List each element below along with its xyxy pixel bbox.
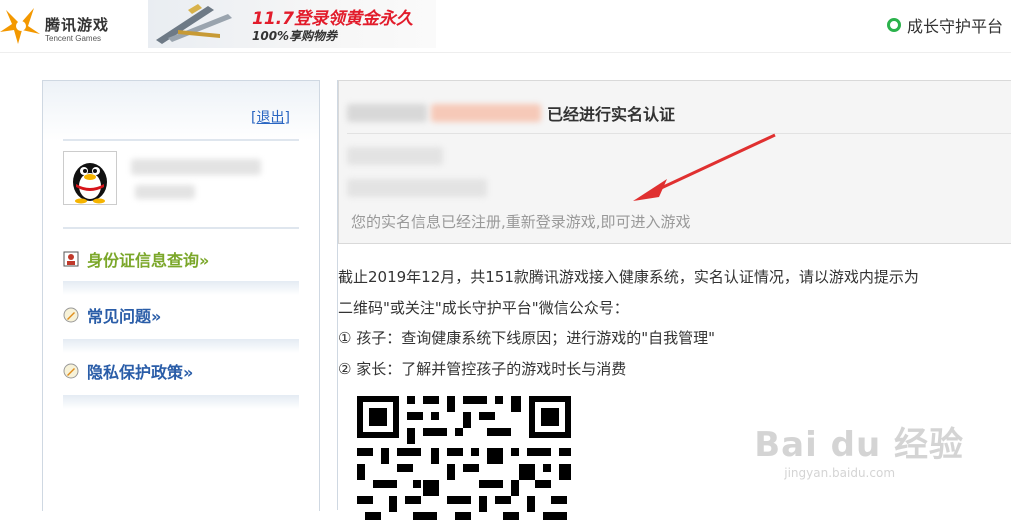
promo-banner[interactable]: 11.7登录领黄金永久 100%享购物券 [148,0,436,48]
sidebar-divider [63,395,299,409]
logo-subtitle: Tencent Games [45,34,102,43]
sidebar-item-privacy[interactable]: 隐私保护政策» [63,349,299,393]
id-card-icon [63,251,79,267]
info-line: ② 家长：了解并管控孩子的游戏时长与消费 [338,360,627,378]
guardian-label: 成长守护平台 [906,17,1003,36]
watermark-sub: jingyan.baidu.com [784,466,896,480]
redacted-username [131,159,261,175]
redacted-detail [347,179,487,197]
redacted-id [431,104,541,122]
red-arrow-annotation [633,133,776,201]
redacted-name [347,104,427,122]
notice-header: 已经进行实名认证 [347,101,675,125]
avatar [63,151,117,205]
account-sidebar: [退出] 身份证信息查询» 常见问题» 隐私保护政策» [42,80,320,511]
info-line: 截止2019年12月，共151款腾讯游戏接入健康系统，实名认证情况，请以游戏内提… [338,268,919,286]
redacted-account-id [135,185,195,199]
main-content: 已经进行实名认证 您的实名信息已经注册,重新登录游戏,即可进入游戏 截止2019… [337,80,1011,522]
pencil-icon [63,363,79,379]
sidebar-divider [63,227,299,229]
logout-link[interactable]: [退出] [251,107,290,127]
top-header: 腾讯游戏 Tencent Games 11.7登录领黄金永久 100%享购物券 … [0,0,1011,53]
sidebar-item-faq[interactable]: 常见问题» [63,293,299,337]
info-line: 二维码"或关注"成长守护平台"微信公众号： [338,299,629,317]
pencil-icon [63,307,79,323]
banner-subline: 100%享购物券 [252,29,338,43]
notice-title: 已经进行实名认证 [547,105,676,124]
sidebar-item-id-query[interactable]: 身份证信息查询» [63,237,299,281]
baidu-jingyan-watermark: Bai du 经验 jingyan.baidu.com [754,417,964,480]
verification-notice: 已经进行实名认证 您的实名信息已经注册,重新登录游戏,即可进入游戏 [338,80,1011,244]
guardian-ring-icon [886,18,901,32]
sidebar-item-label: 隐私保护政策» [87,363,194,382]
qq-penguin-icon [73,163,107,204]
banner-headline: 11.7登录领黄金永久 [252,9,413,29]
weapon-art-image [156,4,232,44]
redacted-detail [347,147,443,165]
watermark-main: Bai du 经验 [754,425,964,465]
tencent-games-logo-icon [0,8,40,44]
sidebar-item-label: 身份证信息查询» [87,251,210,270]
sidebar-item-label: 常见问题» [87,307,162,326]
tencent-games-logo[interactable]: 腾讯游戏 Tencent Games [0,6,118,46]
info-line: ① 孩子：查询健康系统下线原因；进行游戏的"自我管理" [338,329,716,347]
sidebar-divider [63,139,299,141]
growth-guardian-link[interactable]: 成长守护平台 [886,14,1003,36]
logo-title: 腾讯游戏 [45,16,110,34]
